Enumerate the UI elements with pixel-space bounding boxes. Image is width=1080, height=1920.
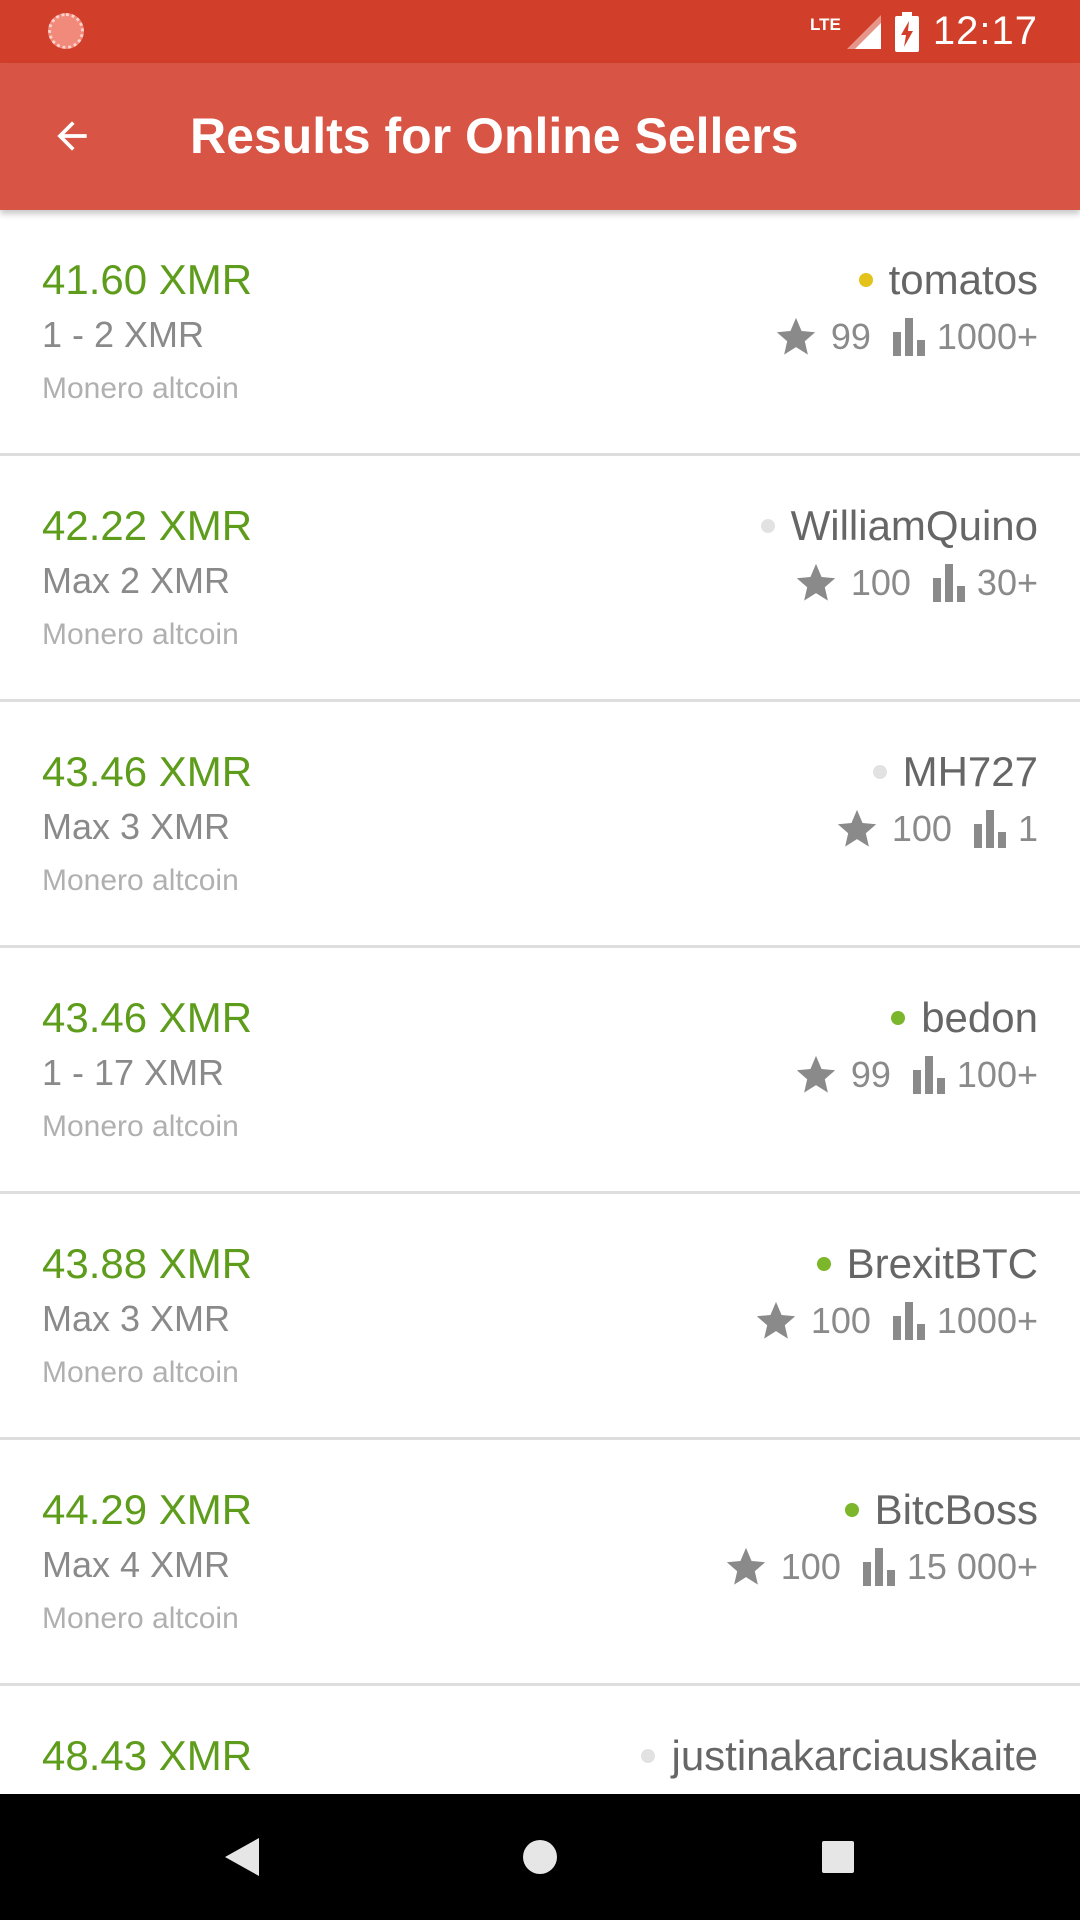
offer-row[interactable]: 44.29 XMR Max 4 XMR Monero altcoin BitcB… bbox=[0, 1440, 1080, 1686]
seller-stats: 100 1000+ bbox=[753, 1298, 1038, 1344]
online-status-dot bbox=[816, 1257, 831, 1271]
seller-name: BrexitBTC bbox=[846, 1240, 1038, 1287]
back-button[interactable] bbox=[42, 106, 102, 166]
nav-back-triangle-icon bbox=[225, 1838, 259, 1876]
seller: BitcBoss bbox=[844, 1486, 1038, 1534]
feedback-score: 100 bbox=[810, 1300, 871, 1341]
nav-recents-square-icon bbox=[822, 1841, 854, 1873]
payment-method: Monero altcoin bbox=[42, 372, 239, 405]
seller-stats: 99 100+ bbox=[793, 1052, 1038, 1098]
trade-count: 1 bbox=[1017, 808, 1038, 849]
seller: MH727 bbox=[872, 748, 1038, 796]
online-status-dot bbox=[858, 273, 873, 287]
online-status-dot bbox=[844, 1503, 859, 1517]
payment-method: Monero altcoin bbox=[42, 864, 239, 897]
offer-limit: Max 3 XMR bbox=[42, 1298, 231, 1339]
star-icon bbox=[776, 317, 816, 355]
feedback-score: 99 bbox=[830, 316, 871, 357]
offer-limit: Max 4 XMR bbox=[42, 1544, 231, 1585]
offer-limit: 1 - 2 XMR bbox=[42, 314, 205, 355]
payment-method: Monero altcoin bbox=[42, 1110, 239, 1143]
payment-method: Monero altcoin bbox=[42, 1356, 239, 1389]
seller-name: tomatos bbox=[888, 256, 1038, 303]
seller-name: justinakarciauskaite bbox=[671, 1732, 1038, 1779]
feedback-score: 99 bbox=[850, 1054, 891, 1095]
star-icon bbox=[726, 1547, 765, 1585]
offer-limit: Max 2 XMR bbox=[42, 560, 231, 601]
clock: 12:17 bbox=[932, 9, 1038, 53]
online-status-dot bbox=[872, 765, 887, 779]
trade-count-icon bbox=[912, 1056, 945, 1094]
trade-count: 1000+ bbox=[936, 316, 1038, 357]
seller-stats: 100 30+ bbox=[793, 560, 1038, 606]
seller: WilliamQuino bbox=[760, 502, 1038, 550]
nav-home-circle-icon bbox=[523, 1840, 557, 1874]
offer-limit: Max 3 XMR bbox=[42, 806, 231, 847]
trade-count-icon bbox=[932, 564, 965, 602]
nav-home-button[interactable] bbox=[510, 1827, 570, 1887]
online-status-dot bbox=[641, 1749, 656, 1763]
seller: BrexitBTC bbox=[816, 1240, 1038, 1288]
status-bar: LTE 12:17 bbox=[0, 0, 1080, 63]
payment-method: Monero altcoin bbox=[42, 1602, 239, 1635]
trade-count-icon bbox=[892, 1302, 925, 1340]
star-icon bbox=[756, 1301, 795, 1339]
star-icon bbox=[796, 1055, 836, 1093]
seller-stats: 100 15 000+ bbox=[723, 1544, 1038, 1590]
signal-icon bbox=[846, 14, 881, 49]
online-status-dot bbox=[760, 519, 775, 533]
offer-row[interactable]: 42.22 XMR Max 2 XMR Monero altcoin Willi… bbox=[0, 456, 1080, 702]
offer-row[interactable]: 43.88 XMR Max 3 XMR Monero altcoin Brexi… bbox=[0, 1194, 1080, 1440]
network-type: LTE bbox=[810, 14, 841, 34]
feedback-score: 100 bbox=[891, 808, 952, 849]
payment-method: Monero altcoin bbox=[42, 618, 239, 651]
page-title: Results for Online Sellers bbox=[190, 108, 799, 164]
offer-row[interactable]: 48.43 XMR justinakarciauskaite bbox=[0, 1686, 1080, 1794]
navigation-bar bbox=[0, 1794, 1080, 1920]
feedback-score: 100 bbox=[850, 562, 911, 603]
battery-charging-icon bbox=[894, 11, 919, 52]
trade-count-icon bbox=[862, 1548, 895, 1586]
arrow-back-icon bbox=[57, 121, 87, 151]
offer-price: 48.43 XMR bbox=[42, 1732, 253, 1779]
trade-count-icon bbox=[892, 318, 925, 356]
offer-price: 43.46 XMR bbox=[42, 748, 253, 795]
offer-row[interactable]: 43.46 XMR 1 - 17 XMR Monero altcoin bedo… bbox=[0, 948, 1080, 1194]
trade-count: 1000+ bbox=[936, 1300, 1038, 1341]
status-icons: LTE 12:17 bbox=[810, 0, 1038, 63]
offer-price: 41.60 XMR bbox=[42, 256, 253, 303]
offer-row[interactable]: 41.60 XMR 1 - 2 XMR Monero altcoin tomat… bbox=[0, 210, 1080, 456]
seller-stats: 100 1 bbox=[834, 806, 1038, 852]
star-icon bbox=[837, 809, 877, 847]
offer-limit: 1 - 17 XMR bbox=[42, 1052, 225, 1093]
offer-price: 43.46 XMR bbox=[42, 994, 253, 1041]
offer-price: 43.88 XMR bbox=[42, 1240, 253, 1287]
seller: bedon bbox=[891, 994, 1038, 1042]
offer-list[interactable]: 41.60 XMR 1 - 2 XMR Monero altcoin tomat… bbox=[0, 210, 1080, 1794]
seller-name: bedon bbox=[921, 994, 1038, 1041]
trade-count: 100+ bbox=[956, 1054, 1038, 1095]
nav-back-button[interactable] bbox=[212, 1827, 272, 1887]
trade-count: 30+ bbox=[976, 562, 1038, 603]
seller-stats: 99 1000+ bbox=[773, 314, 1038, 360]
seller-name: BitcBoss bbox=[874, 1486, 1038, 1533]
trade-count: 15 000+ bbox=[906, 1546, 1038, 1587]
seller: justinakarciauskaite bbox=[641, 1732, 1038, 1780]
trade-count-icon bbox=[973, 810, 1006, 848]
offer-price: 44.29 XMR bbox=[42, 1486, 253, 1533]
feedback-score: 100 bbox=[780, 1546, 841, 1587]
app-notification-icon bbox=[48, 13, 84, 49]
seller-name: MH727 bbox=[902, 748, 1038, 795]
nav-recents-button[interactable] bbox=[808, 1827, 868, 1887]
offer-row[interactable]: 43.46 XMR Max 3 XMR Monero altcoin MH727… bbox=[0, 702, 1080, 948]
star-icon bbox=[796, 563, 836, 601]
online-status-dot bbox=[891, 1011, 906, 1025]
seller: tomatos bbox=[858, 256, 1038, 304]
app-bar: Results for Online Sellers bbox=[0, 63, 1080, 210]
seller-name: WilliamQuino bbox=[790, 502, 1038, 549]
offer-price: 42.22 XMR bbox=[42, 502, 253, 549]
